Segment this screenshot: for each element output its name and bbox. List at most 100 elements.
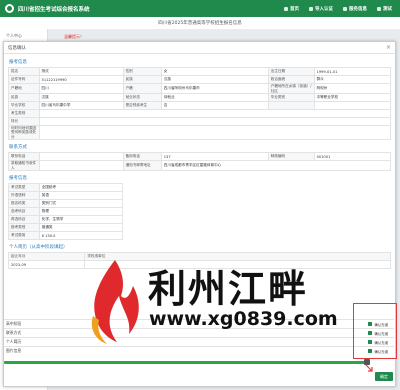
cell-label: 出生日期 [267,67,315,76]
collapse-row-contact[interactable]: 联系方式 确认无误 [4,328,394,337]
collapse-row-label: 图片信息 [6,348,22,353]
table-row: 考试类型 全国统考 [8,183,123,192]
cell-label: 性别 [122,67,162,76]
table-row: 选考科目 物理 [8,207,123,216]
person-icon [377,6,381,11]
cell-value: ¥ 150.0 [38,231,123,240]
table-row: 户籍地 四川 户籍 四川省阿坝州马尔康市 户籍地所在乡镇（街道）/社区 阿坝州 [8,83,392,94]
table-row: 2023-09 [7,260,391,269]
nav-service[interactable]: 服务信息 [343,6,367,12]
table-row: 毕业学校 四川省马尔康中学 是否残疾考生否 [8,101,392,110]
column-header: 学校或单位 [84,252,391,261]
cell-label: 考试类型 [8,183,40,192]
cell-value: 群众 [313,75,392,84]
exam-table: 考试类型 全国统考 外语语种 英语 报名科类 类别门式 选考科目 物理 再选科目 化学、生… [8,183,123,240]
highlight-box [353,303,397,359]
cell-label: 外语语种 [8,191,40,200]
cell-value: 汉族 [160,75,269,84]
cell-label: 是否残疾考生 [122,101,162,110]
collapse-row-photo[interactable]: 图片信息 确认无误 [4,346,394,355]
cell-value: 四川省阿坝州马尔康市 [160,83,269,94]
table-row: 特长 [8,117,392,126]
cell-label: 选考科目 [8,207,40,216]
table-row: 再选科目 化学、生物学 [8,215,123,224]
cell-label: 联系电话 [8,152,40,161]
cell-value: 类别门式 [38,199,123,208]
close-icon[interactable]: × [386,44,391,51]
top-bar: 四川省招生考试综合报名系统 首页 导入认证 服务信息 测试 [0,0,400,17]
table-row: 报考类别 普通类 [8,223,123,232]
cell-label: 姓名 [8,67,40,76]
info-icon [343,6,347,11]
cell-label: 毕业类别 [267,93,315,102]
collapse-row-resume[interactable]: 个人简历 确认无误 [4,337,394,346]
cell-label: 考生类别 [8,109,40,118]
cell-value: 否 [160,101,269,110]
table-row: 联系电话 备用电话 137 邮政编码 001001 [8,152,392,161]
column-header: 起止年月 [7,252,86,261]
table-row: 报名科类 类别门式 [8,199,123,208]
table-row: 民族 汉族 就业状态 待就业 毕业类别 中等职业学校 [8,93,392,102]
table-row: 考生类别 [8,109,392,118]
cell-label: 报考类别 [8,223,40,232]
cell-label: 证件号码 [8,75,40,84]
user-icon [309,6,313,11]
table-row: 何时何地何原因受何种奖励或处分 [8,125,392,140]
cell-value: 中等职业学校 [313,93,392,102]
nav-user[interactable]: 测试 [377,6,392,12]
section-exam-title: 报考信息 [9,176,27,181]
table-row: 证件号码 51122119990 民族 汉族 政治面貌 群众 [8,75,392,84]
cell-value: 测试 [38,67,124,76]
cell-value: 001001 [313,152,392,161]
cell-label: 民族 [8,93,40,102]
confirm-button[interactable]: 确定 [375,372,393,381]
cell-label: 录取通知书收件人 [8,160,40,171]
cell-label: 何时何地何原因受何种奖励或处分 [8,125,40,140]
cell-label: 户籍 [122,83,162,94]
cell-label: 户籍地 [8,83,40,94]
collapse-row-highschool[interactable]: 高中阶段 确认无误 [4,319,394,328]
cell-label: 再选科目 [8,215,40,224]
app-title: 四川省招生考试综合报名系统 [18,6,90,13]
cell-value: 汉族 [38,93,124,102]
cell-value: 1999-01-01 [313,67,392,76]
cell-label: 备用电话 [122,152,162,161]
cell-value: 137 [160,152,269,161]
nav-import[interactable]: 导入认证 [309,6,333,12]
dialog-title: 信息确认 [4,42,395,54]
cell-label: 报名科类 [8,199,40,208]
collapse-row-label: 联系方式 [6,330,22,335]
table-row: 外语语种 英语 [8,191,123,200]
cell-label: 通知书邮寄地址 [122,160,162,171]
section-basic-title: 报考信息 [9,60,27,65]
cell-value: 四川省成都市青羊区红星路体育中心 [160,160,392,171]
cell-label: 户籍地所在乡镇（街道）/社区 [267,83,315,94]
cell-label: 就业状态 [122,93,162,102]
top-nav: 首页 导入认证 服务信息 测试 [284,6,392,12]
cell-value: 四川省马尔康中学 [38,101,124,110]
table-row: 录取通知书收件人 通知书邮寄地址 四川省成都市青羊区红星路体育中心 [8,160,392,171]
page-title: 四川省2025年普通高等学校招生报名信息 [158,21,242,26]
app-logo [5,4,14,13]
cell-label: 毕业学校 [8,101,40,110]
cell-value: 物理 [38,207,123,216]
nav-home[interactable]: 首页 [284,6,299,12]
notice-text: 温馨提示！ [64,34,84,39]
table-header-row: 起止年月 学校或单位 [7,252,391,261]
cell-value: 女 [160,67,269,76]
cell-value: 化学、生物学 [38,215,123,224]
cell-value: 2023-09 [7,260,86,269]
cell-value: 待就业 [160,93,269,102]
horizontal-scrollbar[interactable] [4,361,367,364]
collapse-row-label: 个人简历 [6,339,22,344]
resume-table: 起止年月 学校或单位 2023-09 [7,252,391,269]
cell-value: 阿坝州 [313,83,392,94]
cell-value: 51122119990 [38,75,124,84]
table-row: 考试费用 ¥ 150.0 [8,231,123,240]
collapse-row-label: 高中阶段 [6,321,22,326]
arrow-icon [365,364,373,372]
cell-label: 政治面貌 [267,75,315,84]
confirm-section-list: 高中阶段 确认无误 联系方式 确认无误 个人简历 确认无误 图片信息 确认无误 [4,319,394,355]
basic-info-table: 姓名 测试 性别女 出生日期 1999-01-01 证件号码 51122119990 … [8,67,392,140]
cell-value: 普通类 [38,223,123,232]
